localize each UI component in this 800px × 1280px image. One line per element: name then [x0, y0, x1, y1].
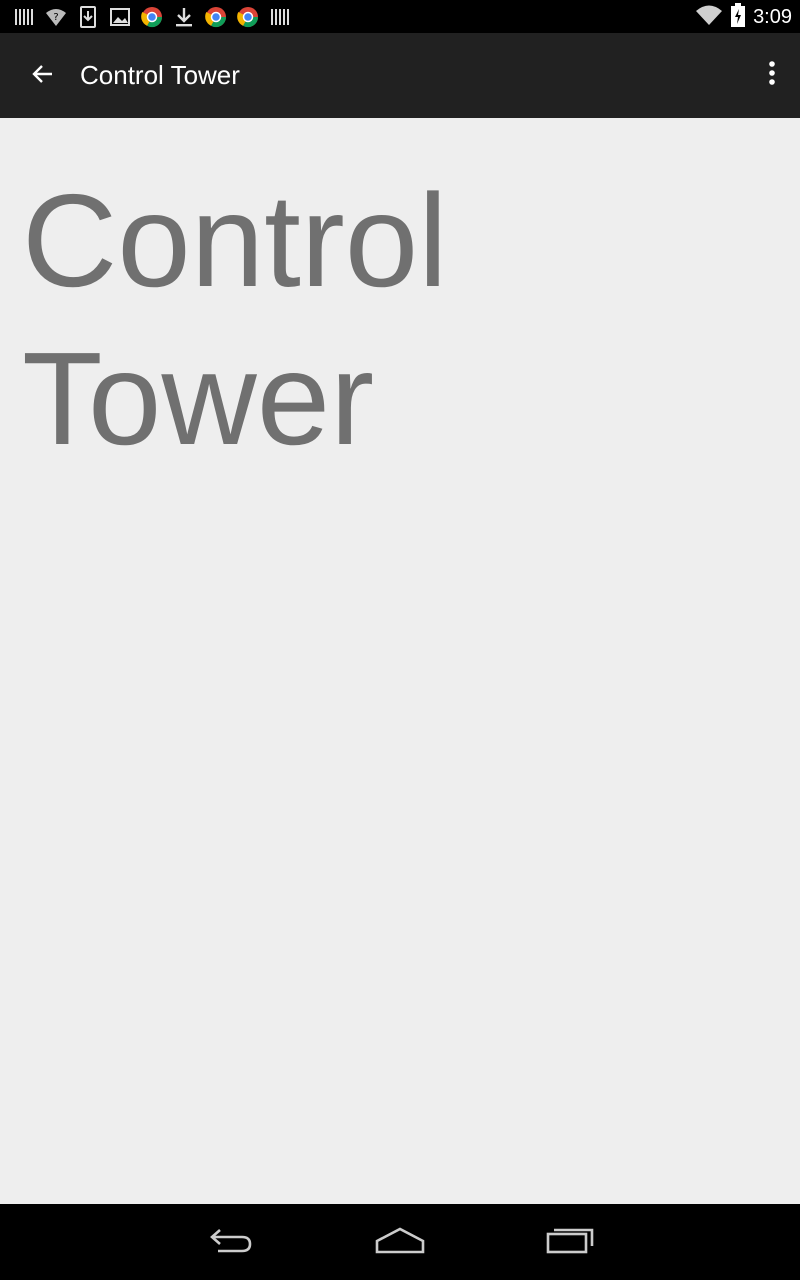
download-icon: [172, 5, 196, 29]
back-arrow-icon: [31, 62, 55, 91]
nav-home-icon: [375, 1226, 425, 1259]
nav-home-button[interactable]: [360, 1218, 440, 1266]
action-bar: Control Tower: [0, 33, 800, 118]
nav-recents-icon: [546, 1226, 594, 1259]
svg-text:?: ?: [53, 12, 58, 23]
page-title: Control Tower: [80, 60, 240, 90]
wifi-signal-icon: [695, 4, 723, 31]
download-box-icon: [76, 5, 100, 29]
system-status: 3:09: [695, 2, 792, 32]
chrome-icon: [236, 5, 260, 29]
main-heading: Control Tower: [22, 167, 448, 472]
nav-back-button[interactable]: [190, 1218, 270, 1266]
nav-back-icon: [206, 1225, 254, 1260]
barcode-icon: [268, 5, 292, 29]
chrome-icon: [204, 5, 228, 29]
status-bar: ? 3:09: [0, 0, 800, 33]
main-content: Control Tower: [0, 118, 800, 1204]
barcode-icon: [12, 5, 36, 29]
clock: 3:09: [753, 6, 792, 28]
back-button[interactable]: [22, 55, 64, 97]
overflow-menu-icon: [768, 60, 776, 91]
notification-icons: ?: [12, 5, 292, 29]
battery-charging-icon: [731, 2, 746, 32]
navigation-bar: [0, 1204, 800, 1280]
chrome-icon: [140, 5, 164, 29]
overflow-menu-button[interactable]: [758, 53, 786, 97]
wifi-question-icon: ?: [44, 5, 68, 29]
image-icon: [108, 5, 132, 29]
nav-recents-button[interactable]: [530, 1218, 610, 1266]
